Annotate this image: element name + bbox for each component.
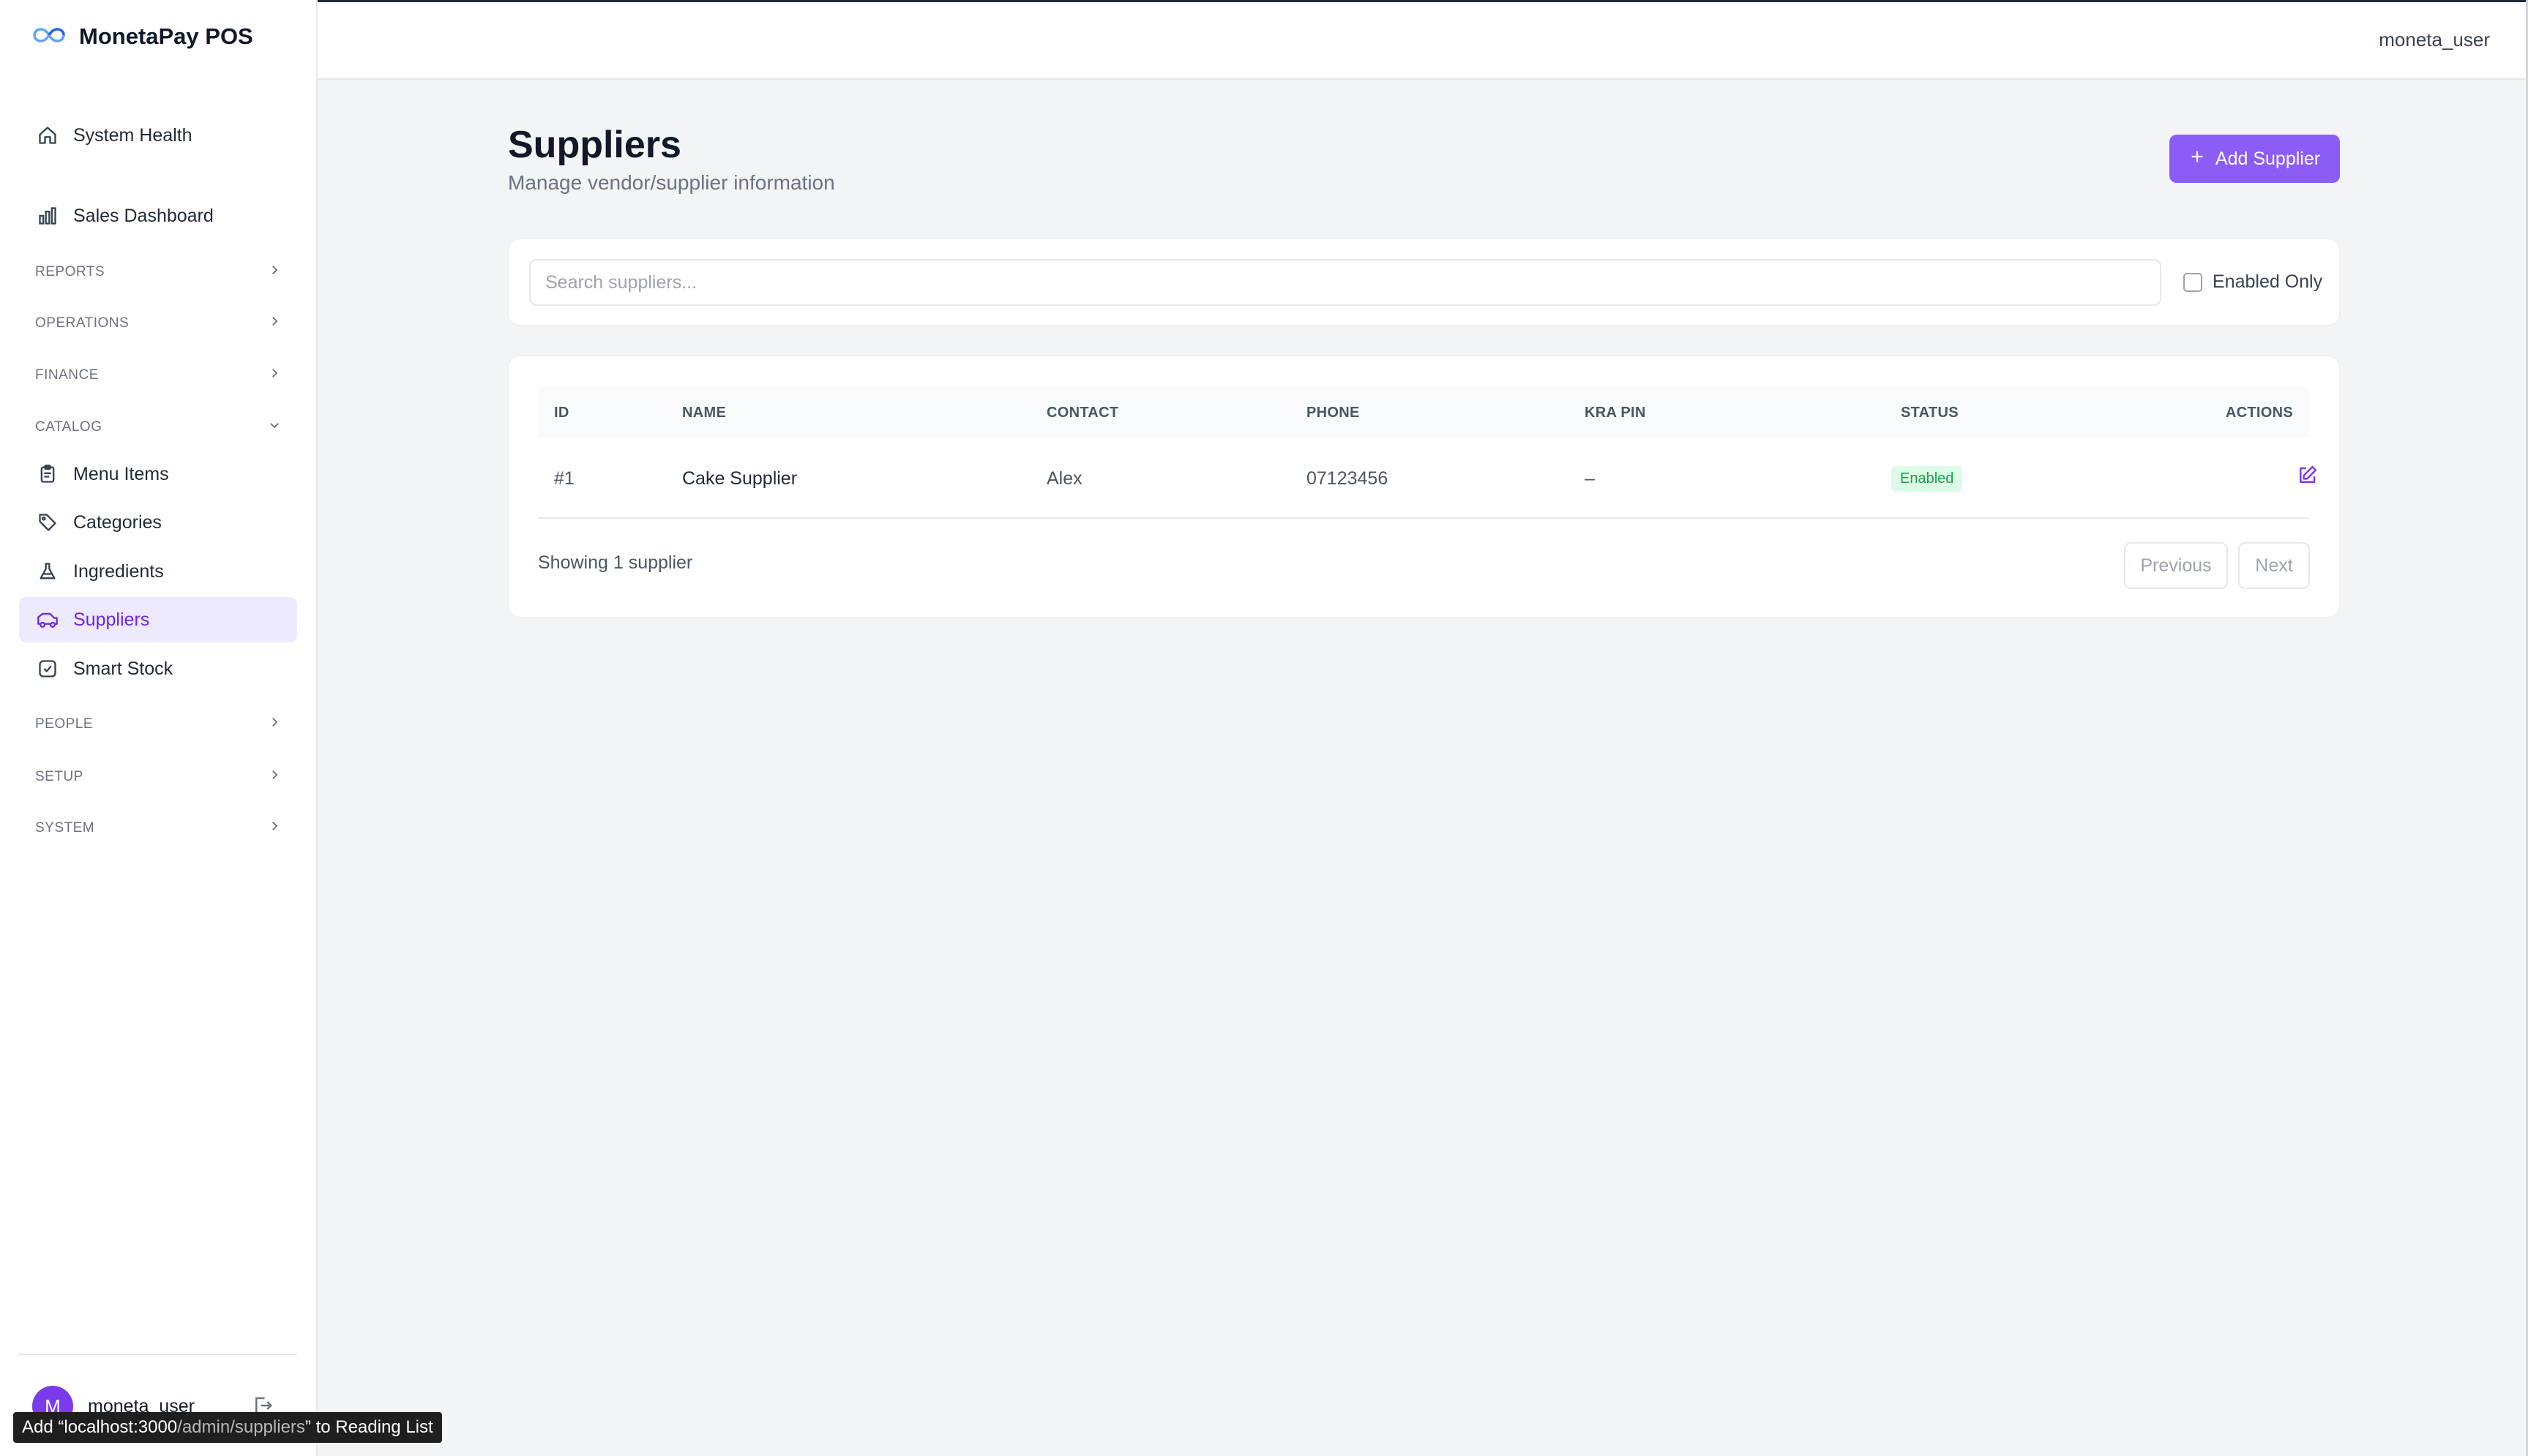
section-label: REPORTS	[35, 264, 105, 279]
sidebar-item-smart-stock[interactable]: Smart Stock	[19, 646, 297, 691]
table-header: ID NAME CONTACT PHONE KRA PIN STATUS ACT…	[538, 387, 2309, 438]
suppliers-table-card: ID NAME CONTACT PHONE KRA PIN STATUS ACT…	[508, 356, 2340, 618]
sidebar-section-system[interactable]: SYSTEM	[19, 812, 297, 844]
sidebar-item-label: Ingredients	[73, 560, 164, 582]
stock-check-icon	[37, 658, 59, 680]
chevron-right-icon	[268, 367, 281, 384]
tooltip-suffix: ” to Reading List	[304, 1417, 433, 1437]
section-label: CATALOG	[35, 419, 102, 435]
cell-status: Enabled	[1891, 438, 1963, 519]
tooltip-path: /admin/suppliers	[177, 1417, 305, 1437]
sidebar-item-system-health[interactable]: System Health	[19, 113, 297, 158]
edit-icon[interactable]	[2295, 463, 2319, 488]
cell-contact: Alex	[1047, 468, 1082, 489]
column-header-status[interactable]: STATUS	[1901, 387, 1959, 438]
page-title: Suppliers	[508, 124, 681, 166]
plus-icon	[2189, 149, 2205, 170]
column-header-name[interactable]: NAME	[682, 387, 726, 438]
sidebar-item-sales-dashboard[interactable]: Sales Dashboard	[19, 193, 297, 239]
sidebar-section-operations[interactable]: OPERATIONS	[19, 307, 297, 339]
flask-icon	[37, 560, 59, 582]
sidebar-section-setup[interactable]: SETUP	[19, 761, 297, 793]
sidebar-item-label: Suppliers	[73, 609, 150, 630]
search-input[interactable]	[529, 259, 2161, 306]
section-label: SETUP	[35, 769, 83, 784]
home-icon	[37, 124, 59, 146]
chevron-right-icon	[268, 768, 281, 786]
reading-list-tooltip: Add “localhost:3000/admin/suppliers” to …	[13, 1412, 442, 1443]
column-header-phone[interactable]: PHONE	[1306, 387, 1360, 438]
infinity-logo-icon	[32, 26, 66, 48]
sidebar-item-categories[interactable]: Categories	[19, 500, 297, 545]
search-card: Enabled Only	[508, 239, 2340, 326]
chevron-right-icon	[268, 716, 281, 733]
enabled-only-filter[interactable]: Enabled Only	[2183, 271, 2322, 293]
sidebar-item-label: Menu Items	[73, 463, 169, 484]
sidebar-item-suppliers[interactable]: Suppliers	[19, 597, 297, 642]
app-window: MonetaPay POS System Health Sales Dashbo…	[0, 0, 2528, 1456]
sidebar-section-people[interactable]: PEOPLE	[19, 708, 297, 740]
column-header-actions: ACTIONS	[2225, 404, 2293, 421]
cell-name: Cake Supplier	[682, 468, 798, 489]
section-label: PEOPLE	[35, 716, 94, 732]
sidebar-item-menu-items[interactable]: Menu Items	[19, 451, 297, 497]
section-label: FINANCE	[35, 367, 99, 383]
sidebar-section-reports[interactable]: REPORTS	[19, 256, 297, 288]
chevron-down-icon	[268, 419, 281, 436]
truck-icon	[37, 609, 59, 631]
next-page-button[interactable]: Next	[2238, 542, 2310, 589]
brand[interactable]: MonetaPay POS	[32, 20, 253, 53]
cell-id: #1	[554, 468, 575, 489]
top-header: moneta_user	[318, 2, 2528, 80]
sidebar-section-catalog[interactable]: CATALOG	[19, 411, 297, 443]
add-supplier-button[interactable]: Add Supplier	[2169, 135, 2340, 183]
sidebar-divider	[19, 1354, 297, 1355]
chevron-right-icon	[268, 263, 281, 281]
sidebar-item-label: Categories	[73, 511, 162, 533]
enabled-only-checkbox[interactable]	[2183, 272, 2202, 292]
page-subtitle: Manage vendor/supplier information	[508, 171, 835, 194]
clipboard-icon	[37, 463, 59, 485]
sidebar-section-finance[interactable]: FINANCE	[19, 359, 297, 391]
sidebar-item-label: Smart Stock	[73, 658, 173, 679]
chevron-right-icon	[268, 819, 281, 837]
section-label: OPERATIONS	[35, 315, 130, 331]
status-badge: Enabled	[1891, 465, 1963, 492]
column-header-id[interactable]: ID	[554, 387, 569, 438]
tooltip-prefix: Add “localhost:3000	[22, 1417, 178, 1437]
sidebar-item-label: Sales Dashboard	[73, 205, 214, 226]
previous-page-button[interactable]: Previous	[2124, 542, 2228, 589]
table-row[interactable]: #1 Cake Supplier Alex 07123456 – Enabled	[538, 438, 2317, 519]
sidebar-item-label: System Health	[73, 124, 192, 146]
chevron-right-icon	[268, 315, 281, 332]
sidebar: MonetaPay POS System Health Sales Dashbo…	[0, 0, 318, 1456]
cell-phone: 07123456	[1306, 468, 1388, 489]
enabled-only-label: Enabled Only	[2213, 271, 2323, 292]
tag-icon	[37, 511, 59, 533]
column-header-contact[interactable]: CONTACT	[1047, 387, 1118, 438]
pagination-summary: Showing 1 supplier	[538, 552, 693, 573]
section-label: SYSTEM	[35, 820, 95, 836]
column-header-kra-pin[interactable]: KRA PIN	[1585, 387, 1646, 438]
cell-kra-pin: –	[1585, 468, 1595, 489]
add-supplier-label: Add Supplier	[2215, 148, 2321, 169]
app-title: MonetaPay POS	[79, 23, 253, 49]
bar-chart-icon	[37, 205, 59, 227]
header-username[interactable]: moneta_user	[2379, 29, 2490, 51]
sidebar-item-ingredients[interactable]: Ingredients	[19, 549, 297, 594]
